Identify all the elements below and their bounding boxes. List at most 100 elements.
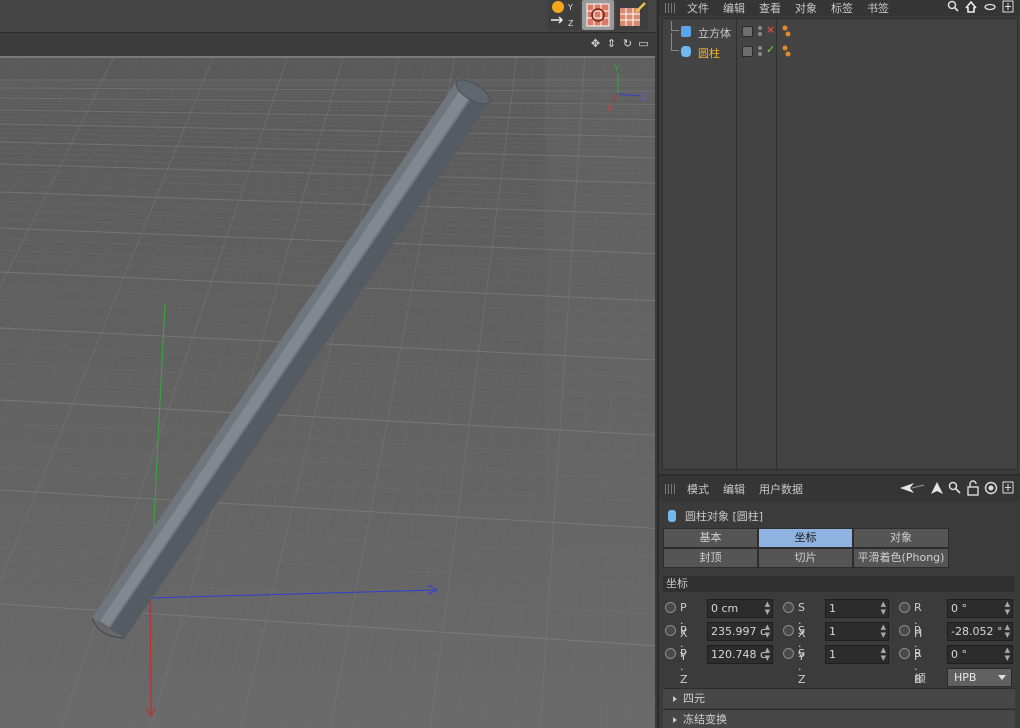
tab-object[interactable]: 对象 bbox=[853, 528, 949, 548]
object-name[interactable]: 立方体 bbox=[698, 25, 731, 41]
target-icon[interactable] bbox=[984, 481, 998, 495]
keyframe-radio[interactable] bbox=[665, 602, 676, 613]
r-h-input[interactable]: 0 ° ▲ ▼ bbox=[947, 599, 1013, 618]
spinner-icon[interactable]: ▲ ▼ bbox=[765, 600, 770, 616]
menu-mode[interactable]: 模式 bbox=[687, 481, 709, 497]
object-list: 立方体 × 圆柱 ✓ bbox=[662, 18, 1018, 470]
s-z-input[interactable]: 1 ▲ ▼ bbox=[825, 645, 889, 664]
attribute-manager: 模式 编辑 用户数据 圆柱对象 [圆柱] 基本 坐标 对象 封顶 切片 平滑着色… bbox=[657, 474, 1020, 728]
section-freeze-transform[interactable]: 冻结变换 bbox=[663, 709, 1015, 728]
order-select[interactable]: HPB bbox=[947, 668, 1012, 687]
material-tag-icon[interactable] bbox=[781, 25, 791, 37]
new-panel-icon[interactable] bbox=[1002, 0, 1014, 14]
spinner-icon[interactable]: ▲ ▼ bbox=[1005, 646, 1010, 662]
attribute-tabs: 基本 坐标 对象 封顶 切片 平滑着色(Phong) bbox=[663, 528, 949, 568]
keyframe-radio[interactable] bbox=[783, 625, 794, 636]
panel-grip-icon[interactable] bbox=[665, 3, 677, 13]
back-arrow-icon[interactable] bbox=[898, 481, 926, 495]
expand-triangle-icon[interactable] bbox=[673, 696, 677, 702]
viewport-canvas: Y Z X bbox=[0, 58, 655, 728]
panel-grip-icon[interactable] bbox=[665, 484, 677, 494]
p-x-input[interactable]: 0 cm ▲ ▼ bbox=[707, 599, 773, 618]
coord-row-x: P . X 0 cm ▲ ▼ S . X 1 ▲ ▼ R . H 0 ° ▲ ▼ bbox=[665, 598, 1017, 640]
menu-bookmarks[interactable]: 书签 bbox=[867, 0, 889, 16]
new-panel-icon[interactable] bbox=[1002, 481, 1014, 495]
render-view-tool[interactable] bbox=[582, 0, 614, 30]
keyframe-radio[interactable] bbox=[783, 648, 794, 659]
keyframe-radio[interactable] bbox=[665, 625, 676, 636]
svg-text:Y: Y bbox=[567, 3, 573, 12]
chevron-down-icon bbox=[998, 675, 1006, 680]
object-type-title: 圆柱对象 [圆柱] bbox=[685, 510, 764, 523]
tab-coord[interactable]: 坐标 bbox=[758, 528, 853, 548]
world-axis-icon: Y Z bbox=[551, 1, 574, 28]
coordinate-system-tool[interactable]: Y Z bbox=[548, 0, 580, 30]
zoom-view-icon[interactable]: ⇕ bbox=[605, 37, 618, 51]
forward-arrow-icon[interactable] bbox=[930, 481, 944, 495]
render-grid-icon bbox=[586, 3, 610, 27]
lock-icon[interactable] bbox=[966, 480, 980, 496]
cylinder-icon bbox=[668, 510, 676, 522]
enabled-check-icon[interactable]: ✓ bbox=[766, 43, 775, 56]
material-tag-icon[interactable] bbox=[781, 45, 791, 57]
tab-caps[interactable]: 封顶 bbox=[663, 548, 758, 568]
tab-phong[interactable]: 平滑着色(Phong) bbox=[853, 548, 949, 568]
tab-slice[interactable]: 切片 bbox=[758, 548, 853, 568]
p-y-input[interactable]: 235.997 c ▲ ▼ bbox=[707, 622, 773, 641]
spinner-icon[interactable]: ▲ ▼ bbox=[881, 623, 886, 639]
visibility-dots-icon[interactable] bbox=[757, 44, 763, 58]
home-icon[interactable] bbox=[964, 0, 978, 14]
spinner-icon[interactable]: ▲ ▼ bbox=[881, 600, 886, 616]
s-y-input[interactable]: 1 ▲ ▼ bbox=[825, 622, 889, 641]
object-row-cylinder[interactable]: 圆柱 ✓ bbox=[663, 33, 1017, 61]
p-z-input[interactable]: 120.748 c ▲ ▼ bbox=[707, 645, 773, 664]
tab-basic[interactable]: 基本 bbox=[663, 528, 758, 548]
rotate-view-icon[interactable]: ↻ bbox=[621, 37, 634, 51]
toggle-view-icon[interactable]: ▭ bbox=[637, 37, 650, 51]
render-settings-icon bbox=[620, 2, 646, 26]
search-icon[interactable] bbox=[948, 481, 962, 495]
link-icon[interactable] bbox=[983, 0, 997, 14]
search-icon[interactable] bbox=[947, 0, 959, 14]
view-nav-icons: ✥ ⇕ ↻ ▭ bbox=[589, 37, 650, 51]
spinner-icon[interactable]: ▲ ▼ bbox=[765, 623, 770, 639]
menu-edit[interactable]: 编辑 bbox=[723, 481, 745, 497]
render-settings-tool[interactable] bbox=[616, 0, 648, 30]
3d-viewport[interactable]: Y Z X bbox=[0, 56, 655, 728]
viewport-header: ✥ ⇕ ↻ ▭ bbox=[0, 34, 656, 56]
spinner-icon[interactable]: ▲ ▼ bbox=[881, 646, 886, 662]
keyframe-radio[interactable] bbox=[899, 625, 910, 636]
keyframe-radio[interactable] bbox=[783, 602, 794, 613]
spinner-icon[interactable]: ▲ ▼ bbox=[1005, 623, 1010, 639]
section-quaternion[interactable]: 四元 bbox=[663, 688, 1015, 708]
spinner-icon[interactable]: ▲ ▼ bbox=[765, 646, 770, 662]
layer-box-icon[interactable] bbox=[742, 26, 753, 37]
keyframe-radio[interactable] bbox=[899, 648, 910, 659]
r-p-input[interactable]: -28.052 ° ▲ ▼ bbox=[947, 622, 1013, 641]
s-x-input[interactable]: 1 ▲ ▼ bbox=[825, 599, 889, 618]
disabled-x-icon[interactable]: × bbox=[766, 23, 775, 36]
keyframe-radio[interactable] bbox=[899, 602, 910, 613]
move-view-icon[interactable]: ✥ bbox=[589, 37, 602, 51]
keyframe-radio[interactable] bbox=[665, 648, 676, 659]
object-name[interactable]: 圆柱 bbox=[698, 45, 720, 61]
menu-file[interactable]: 文件 bbox=[687, 0, 709, 16]
r-b-input[interactable]: 0 ° ▲ ▼ bbox=[947, 645, 1013, 664]
layer-box-icon[interactable] bbox=[742, 46, 753, 57]
coord-row-y: P . Y 235.997 c ▲ ▼ S . Y 1 ▲ ▼ R . P -28.05… bbox=[665, 621, 1017, 663]
menu-user-data[interactable]: 用户数据 bbox=[759, 481, 803, 497]
section-header-coord: 坐标 bbox=[663, 576, 1015, 592]
menu-objects[interactable]: 对象 bbox=[795, 0, 817, 16]
attribute-title: 圆柱对象 [圆柱] bbox=[667, 508, 763, 524]
attribute-manager-menubar: 模式 编辑 用户数据 bbox=[659, 476, 1020, 502]
spinner-icon[interactable]: ▲ ▼ bbox=[1005, 600, 1010, 616]
field-label: S . Z bbox=[798, 647, 807, 686]
object-manager: 文件 编辑 查看 对象 标签 书签 立方体 × 圆柱 ✓ bbox=[657, 0, 1020, 474]
visibility-dots-icon[interactable] bbox=[757, 24, 763, 38]
object-row-cube[interactable]: 立方体 × bbox=[663, 21, 1017, 41]
expand-triangle-icon[interactable] bbox=[673, 717, 677, 723]
gizmo-z-label: Z bbox=[641, 93, 647, 103]
menu-tags[interactable]: 标签 bbox=[831, 0, 853, 16]
menu-view[interactable]: 查看 bbox=[759, 0, 781, 16]
menu-edit[interactable]: 编辑 bbox=[723, 0, 745, 16]
